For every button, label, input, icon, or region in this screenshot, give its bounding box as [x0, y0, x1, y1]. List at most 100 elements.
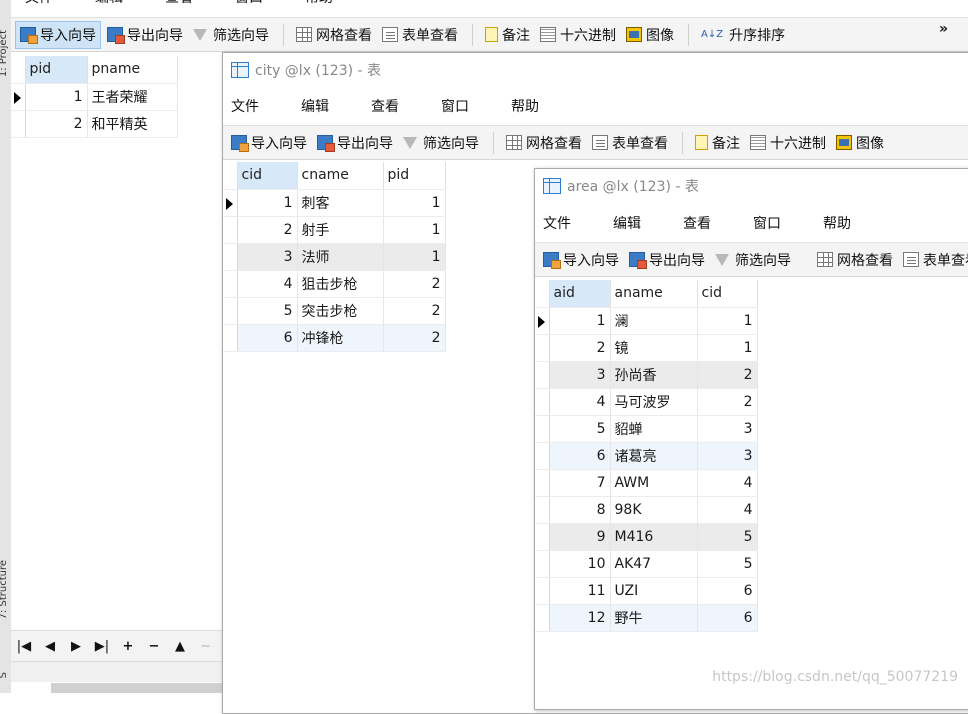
- grid-view-button[interactable]: 网格查看: [502, 130, 586, 156]
- city-window-titlebar[interactable]: city @lx (123) - 表: [223, 53, 968, 87]
- apply-changes-button[interactable]: ▲: [167, 639, 193, 654]
- hex-button[interactable]: 十六进制: [536, 22, 620, 48]
- menu-view[interactable]: 查看: [151, 0, 207, 7]
- first-record-button[interactable]: |◀: [11, 639, 37, 654]
- cell-cid[interactable]: 5: [697, 523, 758, 551]
- table-row[interactable]: 1 王者荣耀: [11, 83, 178, 111]
- table-row[interactable]: 5 貂蝉 3: [535, 415, 758, 443]
- cell-aname[interactable]: 马可波罗: [610, 388, 698, 416]
- cell-cid[interactable]: 6: [697, 577, 758, 605]
- table-row[interactable]: 3 法师 1: [223, 243, 446, 271]
- cell-aname[interactable]: AK47: [610, 550, 698, 578]
- previous-record-button[interactable]: ◀: [37, 639, 63, 654]
- import-wizard-button[interactable]: 导入向导: [227, 130, 311, 156]
- form-view-button[interactable]: 表单查看: [378, 22, 462, 48]
- discard-changes-button[interactable]: ~: [193, 639, 219, 654]
- column-header-pname[interactable]: pname: [87, 56, 178, 84]
- cell-cid[interactable]: 4: [237, 270, 298, 298]
- cell-cname[interactable]: 射手: [297, 216, 384, 244]
- cell-aid[interactable]: 2: [549, 334, 611, 362]
- menu-window[interactable]: 窗口: [427, 96, 483, 116]
- form-view-button[interactable]: 表单查看: [588, 130, 672, 156]
- cell-cid[interactable]: 3: [237, 243, 298, 271]
- toolbar-overflow-button[interactable]: »: [935, 18, 952, 40]
- column-header-pid[interactable]: pid: [383, 162, 446, 190]
- memo-button[interactable]: 备注: [481, 22, 534, 48]
- project-tool-tab[interactable]: 1: Project: [0, 30, 9, 77]
- cell-cid[interactable]: 3: [697, 415, 758, 443]
- cell-pid[interactable]: 1: [383, 189, 446, 217]
- cell-aname[interactable]: 镜: [610, 334, 698, 362]
- cell-cname[interactable]: 突击步枪: [297, 297, 384, 325]
- table-row[interactable]: 2 镜 1: [535, 334, 758, 362]
- cell-aname[interactable]: 98K: [610, 496, 698, 524]
- table-row[interactable]: 1 澜 1: [535, 307, 758, 335]
- export-wizard-button[interactable]: 导出向导: [103, 22, 187, 48]
- grid-view-button[interactable]: 网格查看: [292, 22, 376, 48]
- menu-help[interactable]: 帮助: [497, 96, 553, 116]
- table-row[interactable]: 2 射手 1: [223, 216, 446, 244]
- cell-cid[interactable]: 4: [697, 469, 758, 497]
- menu-view[interactable]: 查看: [669, 213, 725, 233]
- table-row[interactable]: 9 M416 5: [535, 523, 758, 551]
- export-wizard-button[interactable]: 导出向导: [313, 130, 397, 156]
- cell-cname[interactable]: 刺客: [297, 189, 384, 217]
- column-header-pid[interactable]: pid: [25, 56, 88, 84]
- cell-pname[interactable]: 和平精英: [87, 110, 178, 138]
- cell-cid[interactable]: 3: [697, 442, 758, 470]
- cell-aname[interactable]: UZI: [610, 577, 698, 605]
- cell-cid[interactable]: 2: [697, 361, 758, 389]
- table-row[interactable]: 3 孙尚香 2: [535, 361, 758, 389]
- menu-help[interactable]: 帮助: [809, 213, 865, 233]
- cell-cid[interactable]: 6: [697, 604, 758, 632]
- menu-file[interactable]: 文件: [535, 213, 585, 233]
- cell-cid[interactable]: 5: [237, 297, 298, 325]
- cell-cid[interactable]: 2: [697, 388, 758, 416]
- sort-ascending-button[interactable]: A↓Z 升序排序: [697, 22, 789, 48]
- menu-view[interactable]: 查看: [357, 96, 413, 116]
- menu-window[interactable]: 窗口: [221, 0, 277, 7]
- menu-edit[interactable]: 编辑: [599, 213, 655, 233]
- cell-aid[interactable]: 12: [549, 604, 611, 632]
- cell-aid[interactable]: 8: [549, 496, 611, 524]
- table-row[interactable]: 6 诸葛亮 3: [535, 442, 758, 470]
- table-row[interactable]: 4 狙击步枪 2: [223, 270, 446, 298]
- cell-pid[interactable]: 2: [383, 270, 446, 298]
- column-header-aid[interactable]: aid: [549, 280, 611, 308]
- last-record-button[interactable]: ▶|: [89, 639, 115, 654]
- next-record-button[interactable]: ▶: [63, 639, 89, 654]
- grid-view-button[interactable]: 网格查看: [813, 247, 897, 273]
- column-header-cname[interactable]: cname: [297, 162, 384, 190]
- table-row[interactable]: 6 冲锋枪 2: [223, 324, 446, 352]
- cell-pid[interactable]: 1: [383, 243, 446, 271]
- cell-aname[interactable]: 诸葛亮: [610, 442, 698, 470]
- cell-pid[interactable]: 1: [25, 83, 88, 111]
- menu-file[interactable]: 文件: [223, 96, 273, 116]
- cell-aname[interactable]: 野牛: [610, 604, 698, 632]
- table-row[interactable]: 8 98K 4: [535, 496, 758, 524]
- cell-cname[interactable]: 狙击步枪: [297, 270, 384, 298]
- table-row[interactable]: 4 马可波罗 2: [535, 388, 758, 416]
- cell-cname[interactable]: 法师: [297, 243, 384, 271]
- filter-wizard-button[interactable]: 筛选向导: [399, 130, 483, 156]
- cell-cid[interactable]: 1: [697, 307, 758, 335]
- column-header-aname[interactable]: aname: [610, 280, 698, 308]
- cell-pid[interactable]: 2: [383, 297, 446, 325]
- memo-button[interactable]: 备注: [691, 130, 744, 156]
- cell-aname[interactable]: 澜: [610, 307, 698, 335]
- import-wizard-button[interactable]: 导入向导: [15, 20, 101, 49]
- menu-file[interactable]: 文件: [11, 0, 67, 7]
- menu-help[interactable]: 帮助: [291, 0, 347, 7]
- table-row[interactable]: 1 刺客 1: [223, 189, 446, 217]
- hex-button[interactable]: 十六进制: [746, 130, 830, 156]
- cell-aname[interactable]: AWM: [610, 469, 698, 497]
- cell-aid[interactable]: 3: [549, 361, 611, 389]
- cell-aname[interactable]: M416: [610, 523, 698, 551]
- bottom-tool-tab[interactable]: S: [0, 672, 9, 678]
- menu-edit[interactable]: 编辑: [287, 96, 343, 116]
- table-row[interactable]: 5 突击步枪 2: [223, 297, 446, 325]
- image-button[interactable]: 图像: [622, 22, 678, 48]
- cell-aid[interactable]: 4: [549, 388, 611, 416]
- filter-wizard-button[interactable]: 筛选向导: [189, 22, 273, 48]
- cell-aid[interactable]: 6: [549, 442, 611, 470]
